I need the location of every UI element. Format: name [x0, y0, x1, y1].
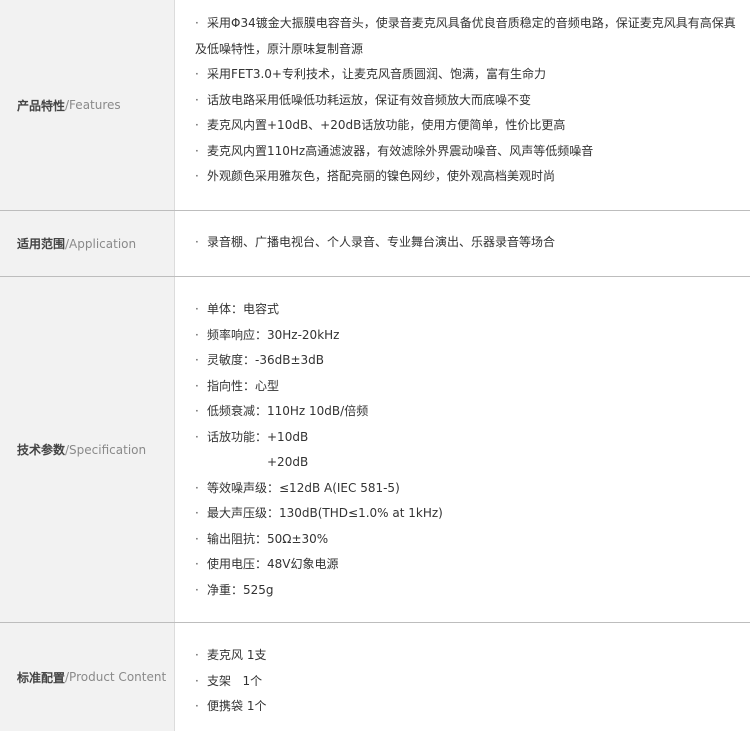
list-item: · 麦克风内置+10dB、+20dB话放功能，使用方便简单，性价比更高: [195, 113, 740, 139]
features-label-en: /Features: [65, 98, 121, 112]
bullet-icon: ·: [195, 235, 199, 249]
spec-item: · 灵敏度：-36dB±3dB: [195, 348, 740, 374]
spec-item: · 使用电压：48V幻象电源: [195, 552, 740, 578]
list-item: · 便携袋 1个: [195, 694, 740, 720]
bullet-icon: ·: [195, 16, 199, 30]
specification-label: 技术参数/Specification: [0, 277, 175, 622]
spec-item: · 最大声压级：130dB(THD≤1.0% at 1kHz): [195, 501, 740, 527]
spec-item: · 话放功能：+10dB: [195, 425, 740, 451]
product-content-label-en: /Product Content: [65, 670, 167, 684]
application-content: · 录音棚、广播电视台、个人录音、专业舞台演出、乐器录音等场合: [175, 211, 750, 276]
features-row: 产品特性/Features · 采用Φ34镀金大振膜电容音头，使录音麦克风具备优良…: [0, 0, 750, 211]
bullet-icon: ·: [195, 648, 199, 662]
specification-label-zh: 技术参数: [17, 443, 66, 457]
bullet-icon: ·: [195, 404, 199, 418]
bullet-icon: ·: [195, 302, 199, 316]
bullet-icon: ·: [195, 378, 199, 393]
list-item: · 话放电路采用低噪低功耗运放，保证有效音频放大而底噪不变: [195, 88, 740, 114]
list-item: · 支架 1个: [195, 669, 740, 695]
list-item: · 外观颜色采用雅灰色，搭配亮丽的镍色网纱，使外观高档美观时尚: [195, 164, 740, 190]
product-content-row: 标准配置/Product Content · 麦克风 1支 · 支架 1个 · 便携袋…: [0, 623, 750, 731]
spec-item: · 低频衰减：110Hz 10dB/倍频: [195, 399, 740, 425]
bullet-icon: ·: [195, 353, 199, 367]
bullet-icon: ·: [195, 557, 199, 571]
specification-content: · 单体：电容式 · 频率响应：30Hz-20kHz · 灵敏度：-36dB±3dB …: [175, 277, 750, 622]
spec-item-continuation: +20dB: [267, 455, 309, 469]
application-row: 适用范围/Application · 录音棚、广播电视台、个人录音、专业舞台演出、…: [0, 211, 750, 277]
product-content-label: 标准配置/Product Content: [0, 623, 175, 731]
specification-row: 技术参数/Specification · 单体：电容式 · 频率响应：30Hz-20…: [0, 277, 750, 623]
specification-label-en: /Specification: [65, 442, 147, 457]
bullet-icon: ·: [195, 429, 199, 444]
bullet-icon: ·: [195, 67, 199, 81]
spec-item: · 频率响应：30Hz-20kHz: [195, 323, 740, 349]
product-content-content: · 麦克风 1支 · 支架 1个 · 便携袋 1个: [175, 623, 750, 731]
bullet-icon: ·: [195, 531, 199, 546]
bullet-icon: ·: [195, 92, 199, 107]
application-label-en: /Application: [65, 236, 137, 251]
bullet-icon: ·: [195, 118, 199, 132]
application-label-zh: 适用范围: [17, 237, 66, 251]
list-item: · 麦克风内置110Hz高通滤波器，有效滤除外界震动噪音、风声等低频噪音: [195, 139, 740, 165]
bullet-icon: ·: [195, 699, 199, 713]
spec-item: · 等效噪声级：≤12dB A(IEC 581-5): [195, 476, 740, 502]
bullet-icon: ·: [195, 169, 199, 183]
product-content-label-zh: 标准配置: [17, 670, 66, 685]
bullet-icon: ·: [195, 506, 199, 520]
application-label: 适用范围/Application: [0, 211, 175, 276]
spec-item: · 净重：525g: [195, 578, 740, 604]
bullet-icon: ·: [195, 143, 199, 158]
features-content: · 采用Φ34镀金大振膜电容音头，使录音麦克风具备优良音质稳定的音频电路，保证麦克…: [175, 0, 750, 210]
features-label: 产品特性/Features: [0, 0, 175, 210]
spec-item: · 输出阻抗：50Ω±30%: [195, 527, 740, 553]
bullet-icon: ·: [195, 673, 199, 688]
spec-item: · 指向性：心型: [195, 374, 740, 400]
spec-table: 产品特性/Features · 采用Φ34镀金大振膜电容音头，使录音麦克风具备优良…: [0, 0, 750, 731]
features-label-zh: 产品特性: [17, 98, 66, 113]
list-item: · 采用FET3.0+专利技术，让麦克风音质圆润、饱满，富有生命力: [195, 62, 740, 88]
bullet-icon: ·: [195, 582, 199, 597]
list-item: · 麦克风 1支: [195, 643, 740, 669]
list-item: · 采用Φ34镀金大振膜电容音头，使录音麦克风具备优良音质稳定的音频电路，保证麦克…: [195, 11, 740, 37]
list-item: · 录音棚、广播电视台、个人录音、专业舞台演出、乐器录音等场合: [195, 230, 740, 256]
spec-item: · 单体：电容式: [195, 297, 740, 323]
bullet-icon: ·: [195, 480, 199, 495]
list-item-continuation: 及低噪特性，原汁原味复制音源: [195, 41, 364, 56]
bullet-icon: ·: [195, 327, 199, 342]
